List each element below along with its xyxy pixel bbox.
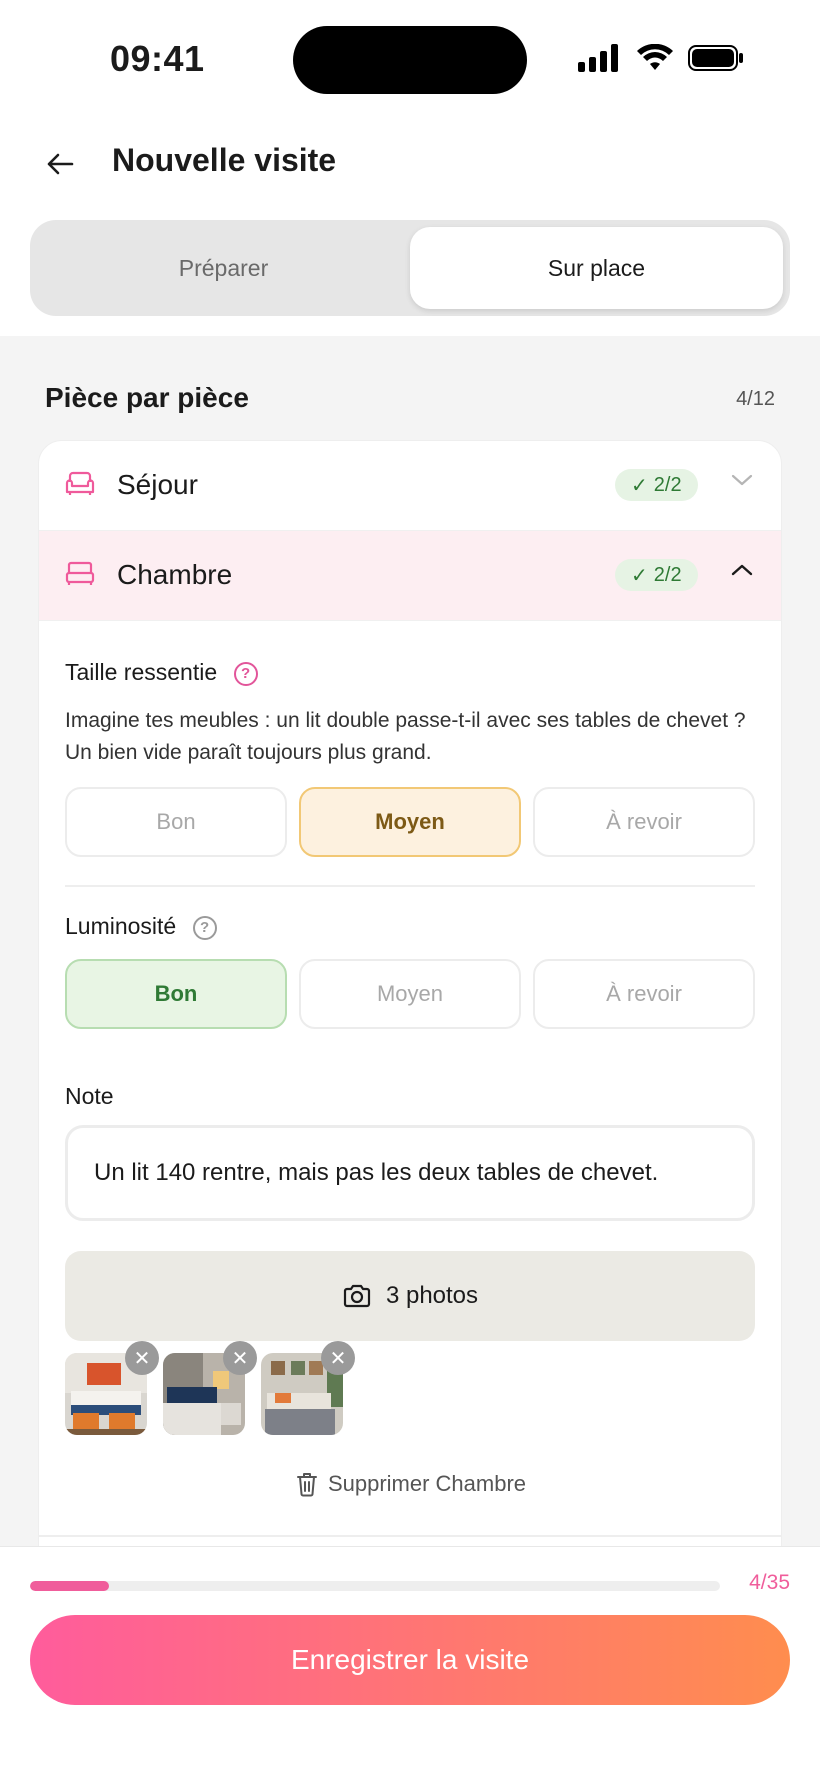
remove-photo-button[interactable]: ✕ (321, 1341, 355, 1375)
status-icons (578, 44, 744, 72)
check-icon: ✓ (631, 474, 648, 497)
light-option-bon[interactable]: Bon (65, 959, 287, 1029)
size-options: Bon Moyen À revoir (65, 787, 755, 857)
badge-count: 2/2 (653, 473, 682, 496)
divider (39, 1535, 781, 1537)
delete-room-label: Supprimer Chambre (327, 1471, 527, 1496)
page-title: Nouvelle visite (112, 142, 337, 178)
check-icon: ✓ (631, 564, 648, 587)
chevron-down-icon[interactable] (731, 473, 753, 487)
light-options: Bon Moyen À revoir (65, 959, 755, 1029)
visit-progress-bar (30, 1581, 720, 1591)
criterion-size-text: Taille ressentie (65, 659, 218, 685)
light-option-moyen[interactable]: Moyen (299, 959, 521, 1029)
criterion-size-description: Imagine tes meubles : un lit double pass… (65, 709, 746, 764)
add-photo-button[interactable]: 3 photos (65, 1251, 755, 1341)
tab-sur-place[interactable]: Sur place (410, 227, 783, 309)
photo-thumbnail[interactable]: ✕ (65, 1341, 159, 1435)
room-row-sejour[interactable]: Séjour ✓ 2/2 (39, 441, 781, 531)
room-row-chambre[interactable]: Chambre ✓ 2/2 (39, 531, 781, 621)
header: Nouvelle visite (0, 120, 820, 220)
note-label: Note (65, 1083, 114, 1109)
visit-progress-fill (30, 1581, 109, 1591)
status-bar: 09:41 (0, 0, 820, 120)
camera-icon (343, 1284, 371, 1308)
status-time: 09:41 (110, 38, 205, 79)
chevron-up-icon[interactable] (731, 563, 753, 577)
divider (65, 885, 755, 887)
size-option-a-revoir[interactable]: À revoir (533, 787, 755, 857)
size-option-bon[interactable]: Bon (65, 787, 287, 857)
criterion-light-text: Luminosité (65, 913, 177, 939)
back-button[interactable] (40, 144, 80, 184)
light-option-a-revoir[interactable]: À revoir (533, 959, 755, 1029)
trash-icon (296, 1473, 317, 1497)
room-name-sejour: Séjour (117, 469, 198, 500)
bottom-bar: 4/35 Enregistrer la visite (0, 1546, 820, 1782)
remove-photo-button[interactable]: ✕ (223, 1341, 257, 1375)
content-area[interactable]: Pièce par pièce 4/12 Séjour ✓ 2/2 Chambr… (0, 336, 820, 1546)
photo-button-label: 3 photos (385, 1282, 479, 1309)
sofa-icon (65, 471, 95, 495)
visit-progress-label: 4/35 (749, 1571, 790, 1594)
help-icon[interactable]: ? (192, 915, 217, 940)
mode-segmented-control: Préparer Sur place (30, 220, 790, 316)
signal-icon (578, 44, 618, 72)
dynamic-island (293, 26, 527, 94)
photo-thumbnail[interactable]: ✕ (261, 1341, 355, 1435)
rooms-card: Séjour ✓ 2/2 Chambre ✓ 2/2 Taille ressen… (38, 440, 782, 1546)
status-badge-chambre: ✓ 2/2 (615, 559, 698, 591)
room-name-chambre: Chambre (117, 559, 233, 590)
delete-room-button[interactable]: Supprimer Chambre (39, 1471, 781, 1497)
battery-icon (688, 45, 743, 71)
criterion-label-light: Luminosité ? (65, 913, 217, 940)
badge-count: 2/2 (653, 563, 682, 586)
wifi-icon (637, 44, 673, 70)
note-field[interactable]: Un lit 140 rentre, mais pas les deux tab… (65, 1125, 755, 1221)
arrow-left-icon (47, 153, 74, 175)
size-option-moyen[interactable]: Moyen (299, 787, 521, 857)
photo-thumbnails: ✕ ✕ ✕ (65, 1341, 355, 1435)
bed-icon (65, 561, 95, 585)
section-title: Pièce par pièce (45, 382, 249, 413)
photo-thumbnail[interactable]: ✕ (163, 1341, 257, 1435)
remove-photo-button[interactable]: ✕ (125, 1341, 159, 1375)
save-visit-button[interactable]: Enregistrer la visite (30, 1615, 790, 1705)
help-icon[interactable]: ? (233, 661, 258, 686)
criterion-label-size: Taille ressentie ? (65, 659, 258, 686)
status-badge-sejour: ✓ 2/2 (615, 469, 698, 501)
tab-preparer[interactable]: Préparer (37, 227, 410, 309)
rooms-progress-count: 4/12 (736, 388, 775, 410)
